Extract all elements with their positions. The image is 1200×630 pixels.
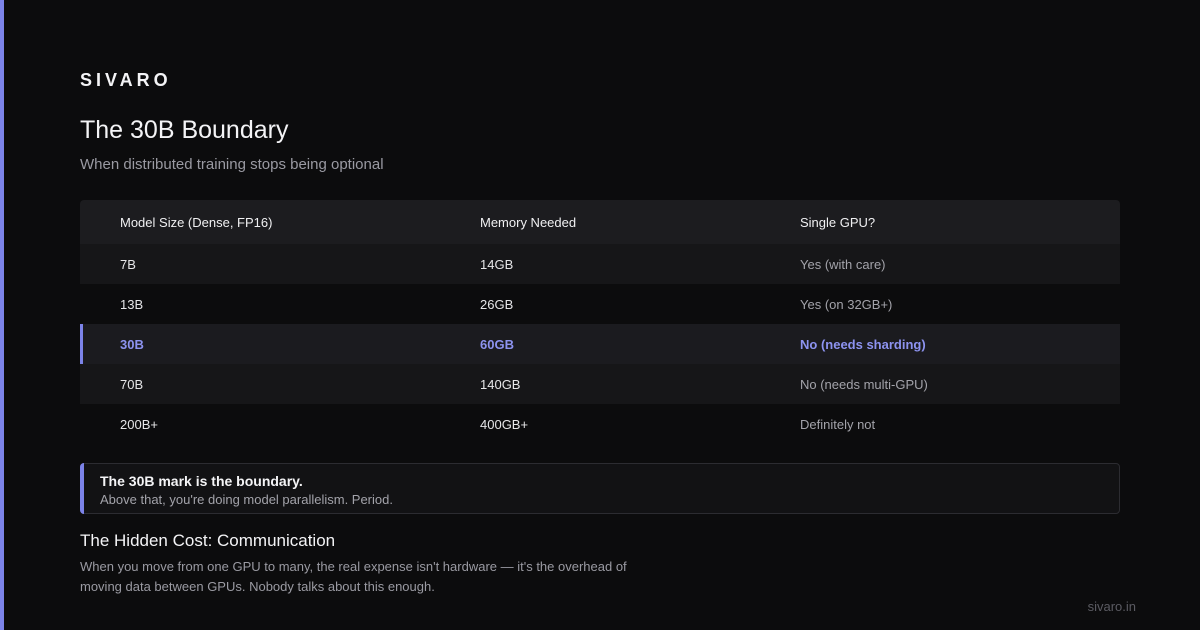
section-body: When you move from one GPU to many, the … xyxy=(80,559,627,594)
cell-memory: 400GB+ xyxy=(480,416,529,432)
cell-memory: 140GB xyxy=(480,376,521,392)
table-row: 200B+ 400GB+ Definitely not xyxy=(80,404,1120,444)
header-memory-needed: Memory Needed xyxy=(480,214,577,230)
section-heading: The Hidden Cost: Communication xyxy=(80,531,336,550)
cell-single-gpu: No (needs sharding) xyxy=(800,336,926,352)
header-single-gpu: Single GPU? xyxy=(800,214,876,230)
table-row-highlighted: 30B 60GB No (needs sharding) xyxy=(80,324,1120,364)
callout-text: Above that, you're doing model paralleli… xyxy=(100,492,393,507)
cell-model-size: 13B xyxy=(120,296,144,312)
cell-single-gpu: No (needs multi-GPU) xyxy=(800,376,928,392)
cell-memory: 60GB xyxy=(480,336,514,352)
boundary-callout: The 30B mark is the boundary. Above that… xyxy=(80,463,1120,514)
cell-memory: 26GB xyxy=(480,296,514,312)
cell-model-size: 70B xyxy=(120,376,144,392)
cell-model-size: 7B xyxy=(120,256,136,272)
cell-model-size: 200B+ xyxy=(120,416,158,432)
left-accent-bar xyxy=(0,0,4,630)
table-row: 13B 26GB Yes (on 32GB+) xyxy=(80,284,1120,324)
table-row: 70B 140GB No (needs multi-GPU) xyxy=(80,364,1120,404)
page-subtitle: When distributed training stops being op… xyxy=(80,156,384,173)
cell-single-gpu: Yes (with care) xyxy=(800,256,886,272)
footer-site-url: sivaro.in xyxy=(1087,599,1136,614)
callout-title: The 30B mark is the boundary. xyxy=(100,473,303,489)
cell-model-size: 30B xyxy=(120,336,144,352)
cell-single-gpu: Definitely not xyxy=(800,416,876,432)
header-model-size: Model Size (Dense, FP16) xyxy=(120,214,273,230)
brand-logo: SIVARO xyxy=(80,70,172,90)
cell-single-gpu: Yes (on 32GB+) xyxy=(800,296,893,312)
page-title: The 30B Boundary xyxy=(80,116,289,144)
cell-memory: 14GB xyxy=(480,256,514,272)
table-header: Model Size (Dense, FP16) Memory Needed S… xyxy=(80,200,1120,244)
table-row: 7B 14GB Yes (with care) xyxy=(80,244,1120,284)
model-size-table: Model Size (Dense, FP16) Memory Needed S… xyxy=(80,200,1120,444)
